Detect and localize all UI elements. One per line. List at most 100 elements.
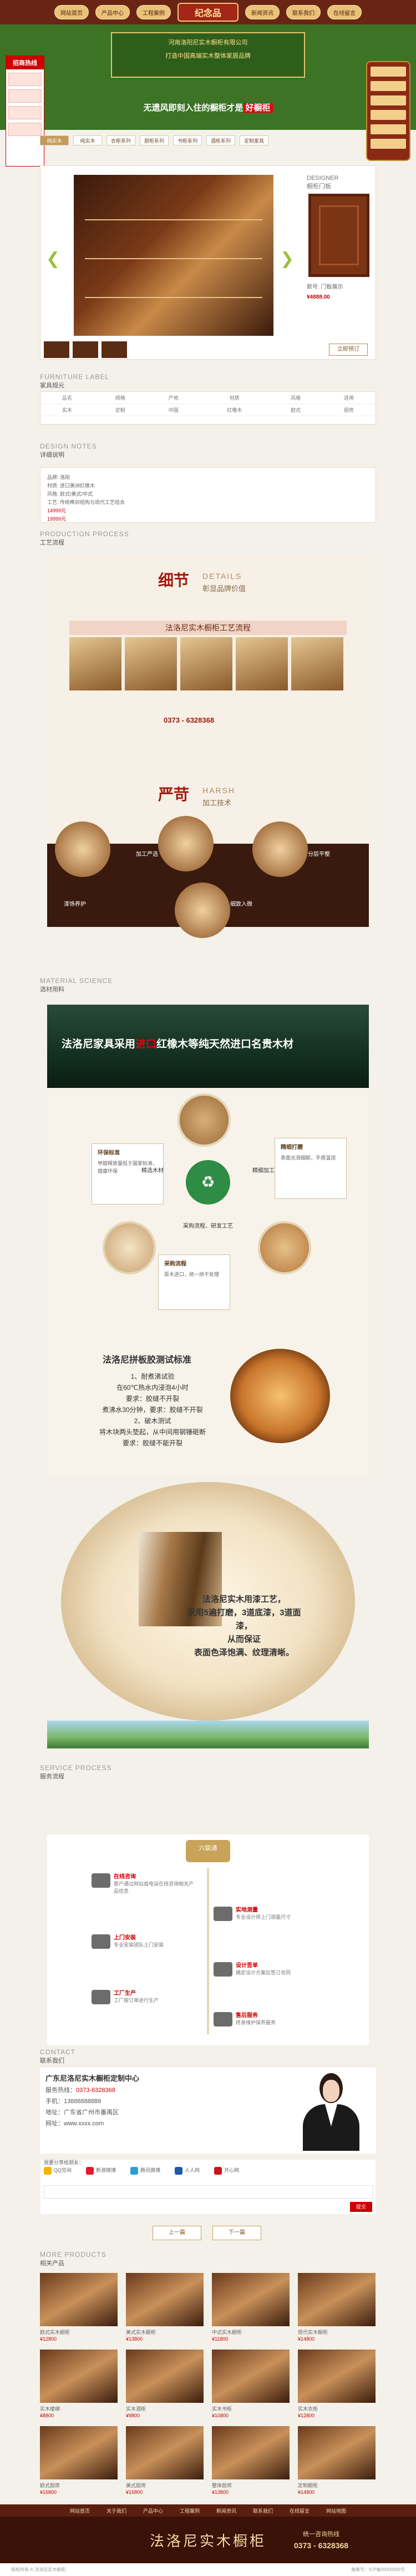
thumbnail-strip: [44, 341, 127, 358]
product-card[interactable]: 实木书柜 ¥10800: [212, 2350, 290, 2418]
left-float-slot[interactable]: [8, 89, 42, 103]
thumbnail[interactable]: [73, 341, 98, 358]
product-card[interactable]: 实木衣柜 ¥12800: [298, 2350, 376, 2418]
product-card-image[interactable]: [126, 2273, 204, 2326]
product-card-image[interactable]: [40, 2273, 118, 2326]
footer-nav-item[interactable]: 联系我们: [253, 2507, 273, 2514]
tab-2[interactable]: 纯实木: [73, 135, 102, 145]
product-card-name[interactable]: 中式实木橱柜: [212, 2328, 290, 2336]
product-main-image[interactable]: [74, 175, 273, 336]
share-weibo[interactable]: 新浪微博: [86, 2166, 116, 2175]
product-card-price: ¥8800: [40, 2413, 54, 2418]
craft-dark-band: 加工严选 分层平整 漆饰养护 细致入微: [47, 816, 369, 938]
product-card-name[interactable]: 欧式实木橱柜: [40, 2328, 118, 2336]
door-panel-image[interactable]: [308, 194, 369, 277]
footer-nav-item[interactable]: 关于我们: [106, 2507, 126, 2514]
left-float-slot[interactable]: [8, 73, 42, 86]
footer-nav-item[interactable]: 网站地图: [326, 2507, 346, 2514]
product-card-name[interactable]: 实木楼梯: [40, 2405, 118, 2413]
footer-nav-item[interactable]: 产品中心: [143, 2507, 163, 2514]
comment-input[interactable]: [44, 2185, 373, 2199]
product-card[interactable]: 实木酒柜 ¥9800: [126, 2350, 204, 2418]
product-card[interactable]: 美式实木橱柜 ¥13800: [126, 2273, 204, 2342]
product-card-image[interactable]: [212, 2350, 290, 2403]
left-float-panel[interactable]: 招商热线: [6, 56, 44, 167]
submit-button[interactable]: 提交: [350, 2202, 372, 2212]
left-float-slot[interactable]: [8, 106, 42, 119]
product-card-name[interactable]: 实木书柜: [212, 2405, 290, 2413]
product-card[interactable]: 现代实木橱柜 ¥14800: [298, 2273, 376, 2342]
right-float-item[interactable]: [371, 81, 406, 91]
designer-label: DESIGNER 橱柜门板: [307, 175, 368, 190]
contact-mobile-value[interactable]: 13888888888: [64, 2098, 101, 2105]
product-card-name[interactable]: 美式实木橱柜: [126, 2328, 204, 2336]
product-card[interactable]: 欧式厨房 ¥16800: [40, 2426, 118, 2495]
nav-products[interactable]: 产品中心: [95, 5, 130, 19]
footer-nav-item[interactable]: 在线留言: [290, 2507, 310, 2514]
product-card-image[interactable]: [298, 2273, 376, 2326]
tab-3[interactable]: 衣柜系列: [106, 135, 135, 145]
product-card-name[interactable]: 实木酒柜: [126, 2405, 204, 2413]
order-button[interactable]: 立即预订: [329, 344, 368, 356]
nav-contact[interactable]: 联系我们: [286, 5, 321, 19]
product-card-image[interactable]: [126, 2350, 204, 2403]
hotline-phone[interactable]: 0373 - 6328368: [294, 2540, 348, 2551]
product-card[interactable]: 中式实木橱柜 ¥11800: [212, 2273, 290, 2342]
thumbnail[interactable]: [44, 341, 69, 358]
prev-article-button[interactable]: 上一篇: [153, 2226, 201, 2240]
product-card-image[interactable]: [298, 2350, 376, 2403]
product-card-image[interactable]: [212, 2426, 290, 2479]
contact-phone-value[interactable]: 0373-6328368: [76, 2087, 115, 2094]
product-card[interactable]: 美式厨房 ¥15800: [126, 2426, 204, 2495]
share-tweibo[interactable]: 腾讯微博: [130, 2166, 160, 2175]
product-card-name[interactable]: 现代实木橱柜: [298, 2328, 376, 2336]
share-qzone[interactable]: QQ空间: [44, 2166, 72, 2175]
product-card-name[interactable]: 整体厨房: [212, 2482, 290, 2489]
right-float-item[interactable]: [371, 67, 406, 77]
product-card-image[interactable]: [126, 2426, 204, 2479]
section-title-en: DESIGN NOTES: [40, 442, 97, 450]
product-card-image[interactable]: [212, 2273, 290, 2326]
product-card-price: ¥13800: [126, 2336, 143, 2342]
share-renren[interactable]: 人人网: [175, 2166, 200, 2175]
product-card[interactable]: 实木楼梯 ¥8800: [40, 2350, 118, 2418]
prev-arrow-icon[interactable]: ❮: [46, 249, 60, 269]
nav-news[interactable]: 新闻资讯: [245, 5, 280, 19]
product-card-image[interactable]: [40, 2426, 118, 2479]
product-card[interactable]: 欧式实木橱柜 ¥12800: [40, 2273, 118, 2342]
product-card-image[interactable]: [298, 2426, 376, 2479]
product-card-name[interactable]: 欧式厨房: [40, 2482, 118, 2489]
nav-message[interactable]: 在线留言: [327, 5, 362, 19]
right-float-item[interactable]: [371, 110, 406, 120]
nav-cases[interactable]: 工程案例: [136, 5, 171, 19]
tab-6[interactable]: 酒柜系列: [206, 135, 235, 145]
footer-nav-item[interactable]: 工程案例: [180, 2507, 200, 2514]
site-logo[interactable]: 纪念品: [177, 3, 239, 22]
footer-nav-item[interactable]: 新闻资讯: [216, 2507, 236, 2514]
tab-5[interactable]: 书柜系列: [173, 135, 202, 145]
service-step-title: 售后服务: [236, 2013, 258, 2019]
service-step-title: 上门安装: [114, 1935, 136, 1941]
product-card[interactable]: 整体厨房 ¥13800: [212, 2426, 290, 2495]
product-card-name[interactable]: 实木衣柜: [298, 2405, 376, 2413]
note-price: 14999元: [47, 508, 67, 513]
tab-1[interactable]: 纯实木: [40, 135, 69, 145]
next-article-button[interactable]: 下一篇: [212, 2226, 261, 2240]
wood-sample-image: [103, 1221, 156, 1274]
people-icon: [214, 2012, 232, 2026]
product-card-name[interactable]: 定制橱柜: [298, 2482, 376, 2489]
right-float-item[interactable]: [371, 95, 406, 105]
nav-home[interactable]: 网站首页: [54, 5, 89, 19]
product-card[interactable]: 定制橱柜 ¥14800: [298, 2426, 376, 2495]
product-card-image[interactable]: [40, 2350, 118, 2403]
tab-7[interactable]: 定制家具: [240, 135, 268, 145]
product-card-price: ¥13800: [212, 2489, 229, 2495]
thumbnail[interactable]: [102, 341, 127, 358]
left-float-slot[interactable]: [8, 123, 42, 136]
product-card-name[interactable]: 美式厨房: [126, 2482, 204, 2489]
tab-4[interactable]: 厨柜系列: [140, 135, 169, 145]
contact-site[interactable]: 网址：www.xxxx.com: [45, 2118, 139, 2129]
next-arrow-icon[interactable]: ❯: [280, 249, 294, 269]
share-kaixin[interactable]: 开心网: [214, 2166, 239, 2175]
footer-nav-item[interactable]: 网站首页: [70, 2507, 90, 2514]
